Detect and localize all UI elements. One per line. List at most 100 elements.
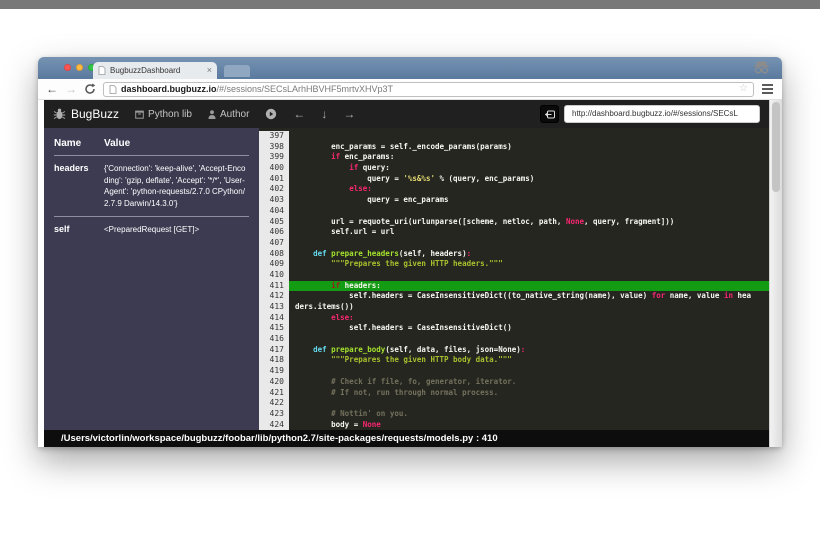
code-line: 417 def prepare_body(self, data, files, …	[259, 344, 769, 356]
step-return-button[interactable]: ←	[293, 108, 305, 120]
code-viewer: 397 398 enc_params = self._encode_params(…	[259, 128, 769, 430]
code-line: 401 query = '%s&%s' % (query, enc_params…	[259, 173, 769, 185]
code-line-number[interactable]: 400	[259, 163, 289, 174]
code-line-number[interactable]: 403	[259, 195, 289, 206]
page-icon	[109, 84, 117, 94]
code-line-text: """Prepares the given HTTP body data."""	[295, 355, 512, 365]
step-next-button[interactable]: →	[343, 108, 355, 120]
code-line-number[interactable]: 416	[259, 334, 289, 345]
variable-row[interactable]: self <PreparedRequest [GET]>	[54, 216, 249, 243]
column-value: Value	[104, 138, 131, 149]
minimize-window-button[interactable]	[76, 64, 83, 71]
code-line-text: # If not, run through normal process.	[295, 387, 499, 397]
code-line-number[interactable]: 408	[259, 248, 289, 260]
browser-toolbar: ← → dashboard.bugbuzz.io/#/sessions/SECs…	[38, 79, 782, 100]
code-line-text: self.url = url	[295, 227, 395, 237]
code-line-number[interactable]: 412	[259, 291, 289, 302]
step-into-button[interactable]: ↓	[321, 108, 327, 120]
code-line-number[interactable]: 404	[259, 205, 289, 217]
code-line: 423 # Nottin' on you.	[259, 408, 769, 420]
new-tab-button[interactable]	[224, 65, 250, 77]
image-top-strip	[0, 0, 820, 9]
code-line-text: def prepare_body(self, data, files, json…	[313, 344, 526, 354]
current-file-path: /Users/victorlin/workspace/bugbuzz/fooba…	[61, 433, 498, 444]
code-line-text: body = None	[295, 419, 381, 429]
browser-menu-icon[interactable]	[761, 82, 774, 96]
tab-close-icon[interactable]: ×	[207, 66, 212, 75]
code-line: 399 if enc_params:	[259, 152, 769, 164]
incognito-icon	[753, 61, 770, 74]
code-line-number[interactable]: 399	[259, 152, 289, 164]
code-line-text: self.headers = CaseInsensitiveDict()	[295, 323, 512, 333]
code-line-number[interactable]: 420	[259, 376, 289, 388]
code-line-number[interactable]: 419	[259, 366, 289, 377]
code-line-number[interactable]: 410	[259, 269, 289, 281]
code-line-text: if enc_params:	[331, 152, 395, 162]
code-line-number[interactable]: 423	[259, 408, 289, 420]
code-line-text: self.headers = CaseInsensitiveDict((to_n…	[295, 291, 752, 301]
code-line-number[interactable]: 422	[259, 398, 289, 409]
code-line-number[interactable]: 424	[259, 419, 289, 430]
code-line: 416	[259, 334, 769, 345]
nav-item-label: Python lib	[148, 108, 192, 120]
code-line-number[interactable]: 415	[259, 323, 289, 335]
variables-sidebar: Name Value headers {'Connection': 'keep-a…	[44, 128, 259, 430]
code-line-text: ders.items())	[295, 302, 354, 311]
code-line-number[interactable]: 421	[259, 387, 289, 399]
close-window-button[interactable]	[64, 64, 71, 71]
back-button[interactable]: ←	[46, 83, 58, 95]
brand[interactable]: BugBuzz	[53, 107, 119, 121]
code-line-number[interactable]: 418	[259, 355, 289, 367]
code-line-number[interactable]: 409	[259, 259, 289, 270]
browser-window: BugbuzzDashboard × ← → dashboard.bugbuzz…	[38, 57, 782, 447]
code-line: 419	[259, 366, 769, 377]
code-line-number[interactable]: 397	[259, 131, 289, 142]
session-url-input[interactable]: http://dashboard.bugbuzz.io/#/sessions/S…	[564, 105, 760, 123]
page-viewport: BugBuzz Python lib Author ← ↓ → http://d…	[38, 100, 782, 447]
code-line: 398 enc_params = self._encode_params(par…	[259, 141, 769, 153]
scrollbar-thumb[interactable]	[772, 102, 780, 192]
nav-item-python-lib[interactable]: Python lib	[135, 109, 192, 120]
code-line-text: enc_params = self._encode_params(params)	[295, 141, 512, 151]
variable-name: self	[54, 224, 70, 234]
variable-value: <PreparedRequest [GET]>	[104, 225, 200, 234]
forward-button[interactable]: →	[65, 83, 77, 95]
share-session-button[interactable]	[540, 105, 559, 123]
browser-tab[interactable]: BugbuzzDashboard ×	[93, 62, 217, 79]
code-line-text: # Check if file, fo, generator, iterator…	[295, 376, 517, 386]
variables-rows: headers {'Connection': 'keep-alive', 'Acc…	[54, 156, 249, 243]
code-line: 413 ders.items())	[259, 302, 769, 313]
code-line-number[interactable]: 414	[259, 312, 289, 324]
code-line-number[interactable]: 398	[259, 141, 289, 153]
url-domain: dashboard.bugbuzz.io	[121, 84, 217, 94]
code-line-text: def prepare_headers(self, headers):	[313, 248, 472, 258]
code-line: 422	[259, 398, 769, 409]
code-line-number[interactable]: 401	[259, 173, 289, 185]
code-line: 415 self.headers = CaseInsensitiveDict()	[259, 323, 769, 335]
code-line-number[interactable]: 417	[259, 344, 289, 356]
package-icon	[135, 110, 144, 119]
code-line: 421 # If not, run through normal process…	[259, 387, 769, 399]
brand-label: BugBuzz	[71, 107, 120, 121]
code-line-number[interactable]: 411	[259, 280, 289, 292]
code-line-number[interactable]: 413	[259, 302, 289, 313]
variable-row[interactable]: headers {'Connection': 'keep-alive', 'Acc…	[54, 156, 249, 216]
address-bar[interactable]: dashboard.bugbuzz.io/#/sessions/SECsLArh…	[103, 81, 754, 97]
variables-table-header: Name Value	[54, 135, 249, 156]
code-line-text: url = requote_uri(urlunparse([scheme, ne…	[295, 216, 675, 226]
vertical-scrollbar[interactable]	[769, 100, 782, 447]
code-line-number[interactable]: 406	[259, 227, 289, 238]
code-line-number[interactable]: 405	[259, 216, 289, 228]
code-line-number[interactable]: 407	[259, 237, 289, 249]
code-line-text: # Nottin' on you.	[295, 408, 408, 418]
code-line-text: else:	[349, 184, 372, 194]
bookmark-star-icon[interactable]: ☆	[739, 84, 748, 94]
nav-item-author[interactable]: Author	[208, 109, 249, 120]
code-line-number[interactable]: 402	[259, 184, 289, 196]
reload-button[interactable]	[84, 83, 96, 95]
continue-button[interactable]	[265, 108, 277, 120]
app-navbar: BugBuzz Python lib Author ← ↓ → http://d…	[44, 100, 769, 128]
